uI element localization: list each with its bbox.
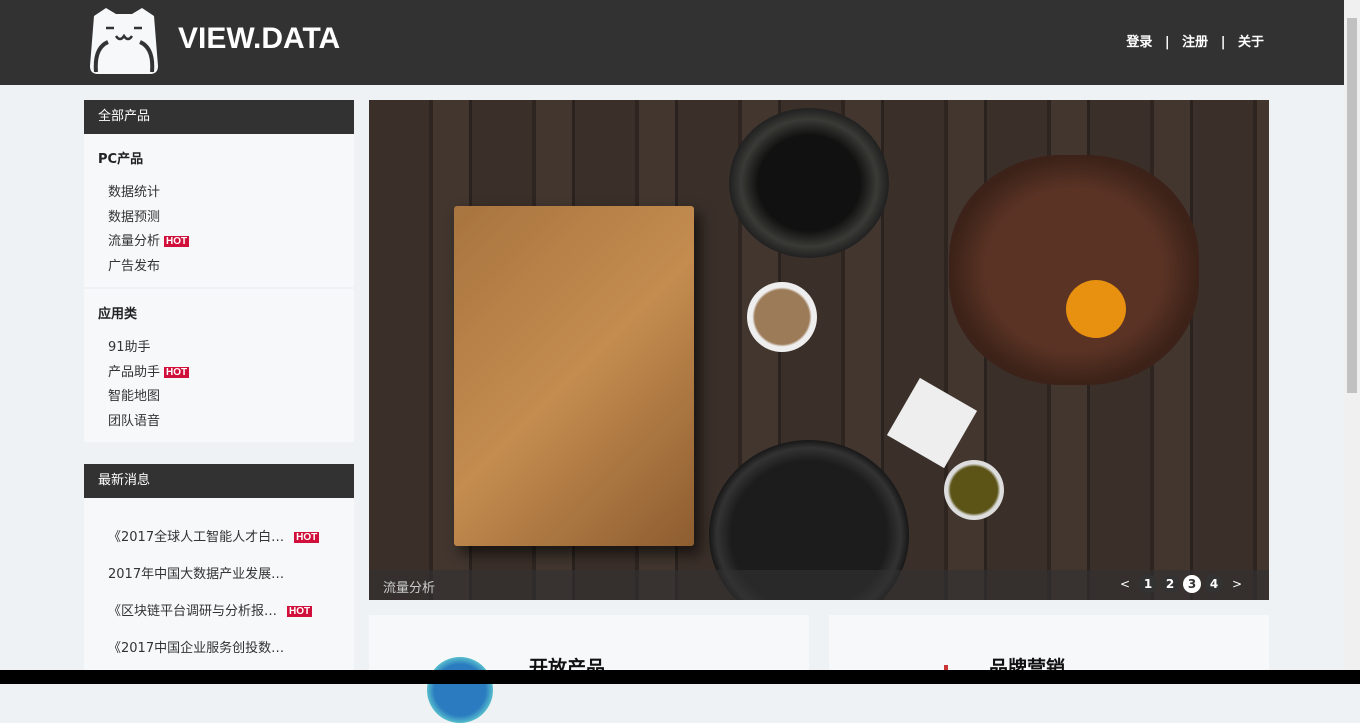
page-scrollbar[interactable] xyxy=(1344,0,1360,684)
product-label: 91助手 xyxy=(108,340,151,355)
cutting-board-image xyxy=(454,206,694,546)
news-item[interactable]: 《2017全球人工智能人才白… HOT xyxy=(108,526,354,563)
product-link[interactable]: 团队语音 xyxy=(98,410,354,435)
page-dot[interactable]: 2 xyxy=(1161,575,1179,593)
group-title: 应用类 xyxy=(98,307,138,322)
login-link[interactable]: 登录 xyxy=(1126,35,1152,50)
header: VIEW.DATA 登录 | 注册 | 关于 xyxy=(0,0,1344,85)
news-label: 《区块链平台调研与分析报… xyxy=(108,604,278,619)
hot-badge: HOT xyxy=(164,366,190,378)
nav-separator: | xyxy=(1220,35,1226,50)
about-link[interactable]: 关于 xyxy=(1238,35,1264,50)
product-link[interactable]: 产品助手 HOT xyxy=(98,361,354,386)
orange-image xyxy=(1066,280,1126,338)
banner-carousel[interactable]: 流量分析 < 1 2 3 4 > xyxy=(369,100,1269,600)
news-panel: 最新消息 《2017全球人工智能人才白… HOT 2017年中国大数据产业发展… … xyxy=(84,464,354,674)
salt-dish-image xyxy=(886,377,978,469)
news-item[interactable]: 《2017中国企业服务创投数… xyxy=(108,637,354,674)
news-heading: 最新消息 xyxy=(84,464,354,498)
product-label: 智能地图 xyxy=(108,389,161,404)
product-link[interactable]: 91助手 xyxy=(98,336,354,361)
carousel-pager: < 1 2 3 4 > xyxy=(1115,575,1247,593)
product-label: 广告发布 xyxy=(108,258,161,274)
product-link[interactable]: 数据统计 xyxy=(98,181,354,206)
products-heading: 全部产品 xyxy=(84,100,354,134)
news-label: 2017年中国大数据产业发展… xyxy=(108,567,285,582)
product-label: 流量分析 xyxy=(108,234,161,249)
next-arrow[interactable]: > xyxy=(1227,577,1247,591)
news-label: 《2017中国企业服务创投数… xyxy=(108,641,285,656)
news-item[interactable]: 《区块链平台调研与分析报… HOT xyxy=(108,600,354,637)
page-dot-active[interactable]: 3 xyxy=(1183,575,1201,593)
hot-badge: HOT xyxy=(287,606,313,617)
brand-title[interactable]: VIEW.DATA xyxy=(178,22,340,56)
group-title: PC产品 xyxy=(98,152,144,167)
card-open-products[interactable]: 开放产品 xyxy=(369,615,809,723)
product-label: 数据预测 xyxy=(108,209,161,225)
banner-caption-bar: 流量分析 < 1 2 3 4 > xyxy=(369,570,1269,600)
hot-badge: HOT xyxy=(164,236,190,247)
news-label: 《2017全球人工智能人才白… xyxy=(108,530,285,545)
banner-caption: 流量分析 xyxy=(383,581,436,596)
globe-icon xyxy=(427,657,493,723)
window-bottom-edge xyxy=(0,670,1360,684)
cat-logo-icon[interactable] xyxy=(88,6,160,76)
hot-badge: HOT xyxy=(294,532,320,543)
nav-separator: | xyxy=(1164,35,1170,50)
product-label: 产品助手 xyxy=(108,364,161,380)
top-nav: 登录 | 注册 | 关于 xyxy=(1122,31,1268,50)
prev-arrow[interactable]: < xyxy=(1115,577,1135,591)
oil-bowl-image xyxy=(944,460,1004,520)
bowl-image xyxy=(949,155,1199,385)
product-link[interactable]: 流量分析 HOT xyxy=(98,230,354,255)
page-dot[interactable]: 4 xyxy=(1205,575,1223,593)
product-link[interactable]: 广告发布 xyxy=(98,255,354,280)
product-label: 数据统计 xyxy=(108,185,161,200)
product-link[interactable]: 数据预测 xyxy=(98,206,354,231)
product-group: 应用类 91助手 产品助手 HOT 智能地图 团队语音 xyxy=(84,289,354,442)
page-dot[interactable]: 1 xyxy=(1139,575,1157,593)
products-panel: 全部产品 PC产品 数据统计 数据预测 流量分析 HOT 广告发布 应用类 91助… xyxy=(84,100,354,442)
mortar-image xyxy=(729,108,889,258)
product-label: 团队语音 xyxy=(108,413,161,429)
product-link[interactable]: 智能地图 xyxy=(98,385,354,410)
news-item[interactable]: 2017年中国大数据产业发展… xyxy=(108,563,354,600)
card-brand-marketing[interactable]: 品牌营销 xyxy=(829,615,1269,679)
spice-bowl-image xyxy=(747,282,817,352)
scrollbar-thumb[interactable] xyxy=(1347,18,1357,393)
product-group: PC产品 数据统计 数据预测 流量分析 HOT 广告发布 xyxy=(84,134,354,289)
register-link[interactable]: 注册 xyxy=(1182,35,1208,50)
